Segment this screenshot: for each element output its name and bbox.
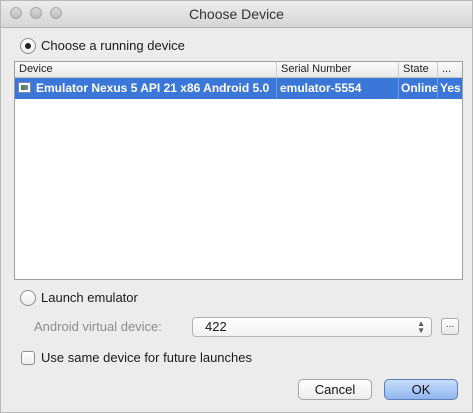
android-virtual-device-select[interactable]: 422 ▲ ▼ — [192, 317, 432, 337]
table-header: Device Serial Number State ... — [15, 62, 462, 78]
use-same-device-label[interactable]: Use same device for future launches — [41, 350, 252, 365]
ok-button[interactable]: OK — [384, 379, 458, 400]
up-down-arrows-icon: ▲ ▼ — [417, 319, 425, 335]
cancel-button[interactable]: Cancel — [298, 379, 372, 400]
browse-avd-button[interactable]: ... — [441, 318, 459, 335]
compatible-cell: Yes — [440, 81, 461, 95]
column-header-compatible[interactable]: ... — [438, 62, 462, 77]
column-header-serial-number[interactable]: Serial Number — [277, 62, 399, 77]
choose-device-dialog: Choose Device Choose a running device De… — [0, 0, 473, 413]
column-header-device[interactable]: Device — [15, 62, 277, 77]
launch-emulator-label[interactable]: Launch emulator — [41, 290, 138, 305]
use-same-device-checkbox[interactable] — [21, 351, 35, 365]
choose-running-device-radio[interactable] — [20, 38, 36, 54]
state-cell: Online — [399, 78, 438, 99]
choose-running-device-label[interactable]: Choose a running device — [41, 38, 185, 53]
device-name-cell: Emulator Nexus 5 API 21 x86 Android 5.0 — [35, 78, 277, 99]
column-header-state[interactable]: State — [399, 62, 438, 77]
launch-emulator-radio[interactable] — [20, 290, 36, 306]
device-table[interactable]: Device Serial Number State ... Emulator … — [14, 61, 463, 280]
serial-number-cell: emulator-5554 — [277, 78, 399, 99]
android-virtual-device-value: 422 — [205, 319, 227, 334]
emulator-icon — [18, 82, 31, 93]
window-title: Choose Device — [189, 6, 284, 22]
table-row[interactable]: Emulator Nexus 5 API 21 x86 Android 5.0 … — [15, 78, 462, 99]
title-bar: Choose Device — [1, 1, 472, 28]
android-virtual-device-label: Android virtual device: — [34, 319, 162, 334]
